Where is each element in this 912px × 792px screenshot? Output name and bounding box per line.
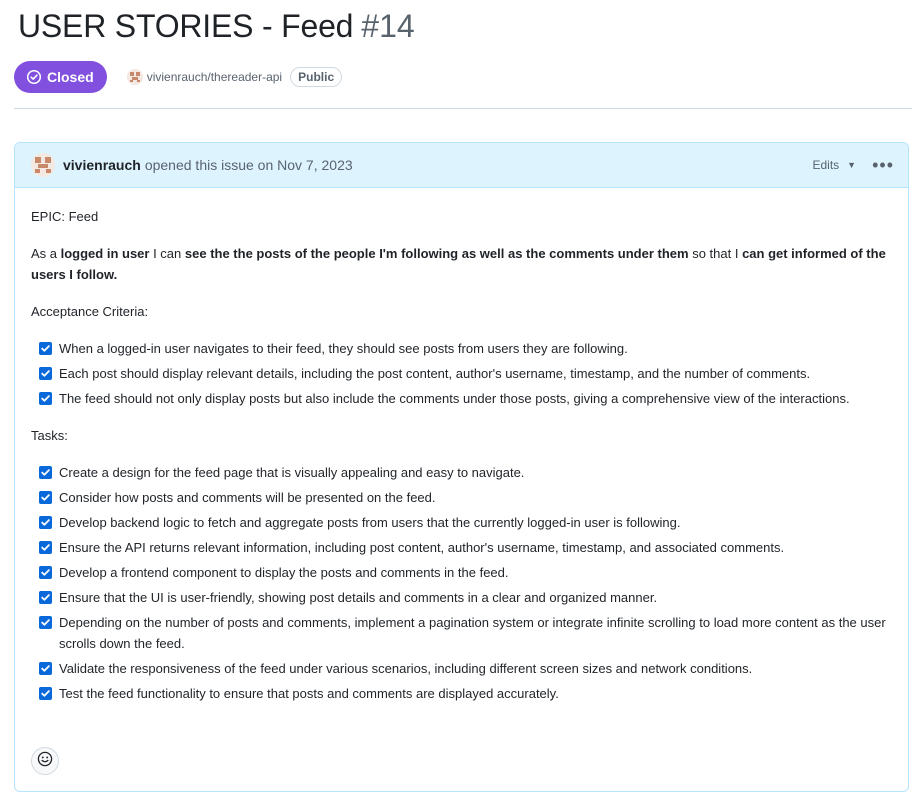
task-checkbox[interactable]: [39, 367, 52, 380]
issue-meta-row: Closed vivienrauch/thereader-api Public: [14, 61, 343, 93]
issue-title: USER STORIES - Feed: [18, 8, 354, 44]
caret-down-icon: ▼: [847, 160, 857, 170]
task-item: Ensure the API returns relevant informat…: [31, 537, 892, 558]
task-item: Develop backend logic to fetch and aggre…: [31, 512, 892, 533]
tasks-heading: Tasks:: [31, 428, 68, 443]
task-checkbox[interactable]: [39, 591, 52, 604]
repo-name: vivienrauch/thereader-api: [146, 70, 283, 84]
task-checkbox[interactable]: [39, 516, 52, 529]
task-item: Create a design for the feed page that i…: [31, 462, 892, 483]
task-checkbox[interactable]: [39, 566, 52, 579]
task-checkbox[interactable]: [39, 541, 52, 554]
comment-body: EPIC: Feed As a logged in user I can see…: [15, 188, 908, 704]
task-text: Test the feed functionality to ensure th…: [59, 686, 559, 701]
task-item: Depending on the number of posts and com…: [31, 612, 892, 654]
task-checkbox[interactable]: [39, 662, 52, 675]
task-text: Validate the responsiveness of the feed …: [59, 661, 753, 676]
task-checkbox[interactable]: [39, 342, 52, 355]
add-reaction-button[interactable]: [31, 747, 59, 775]
issue-state-badge: Closed: [14, 61, 107, 93]
acceptance-item: When a logged-in user navigates to their…: [31, 338, 892, 359]
task-item: Ensure that the UI is user-friendly, sho…: [31, 587, 892, 608]
acceptance-task-list: When a logged-in user navigates to their…: [31, 338, 892, 409]
task-checkbox[interactable]: [39, 687, 52, 700]
edits-dropdown[interactable]: Edits ▼: [812, 158, 856, 172]
task-text: Develop backend logic to fetch and aggre…: [59, 515, 681, 530]
task-checkbox[interactable]: [39, 616, 52, 629]
task-checkbox[interactable]: [39, 466, 52, 479]
issue-closed-icon: [26, 69, 42, 85]
author-name-link[interactable]: vivienrauch: [63, 157, 141, 173]
visibility-badge: Public: [290, 67, 343, 87]
task-checkbox[interactable]: [39, 392, 52, 405]
task-text: When a logged-in user navigates to their…: [59, 341, 628, 356]
opened-text: opened this issue on Nov 7, 2023: [144, 157, 353, 173]
task-text: The feed should not only display posts b…: [59, 391, 850, 406]
edits-label: Edits: [812, 158, 840, 172]
task-checkbox[interactable]: [39, 491, 52, 504]
issue-comment: vivienrauch opened this issue on Nov 7, 2…: [14, 142, 909, 792]
issue-number: #14: [361, 8, 415, 44]
task-text: Develop a frontend component to display …: [59, 565, 509, 580]
task-text: Depending on the number of posts and com…: [59, 615, 886, 651]
task-text: Each post should display relevant detail…: [59, 366, 811, 381]
task-item: Develop a frontend component to display …: [31, 562, 892, 583]
task-item: Consider how posts and comments will be …: [31, 487, 892, 508]
task-text: Create a design for the feed page that i…: [59, 465, 525, 480]
task-text: Ensure that the UI is user-friendly, sho…: [59, 590, 658, 605]
comment-header-text: vivienrauch opened this issue on Nov 7, 2…: [63, 157, 353, 173]
issue-state-label: Closed: [47, 69, 94, 85]
header-divider: [14, 108, 912, 109]
issue-title-row: USER STORIES - Feed #14: [18, 8, 415, 45]
smiley-icon: [37, 751, 53, 772]
task-text: Ensure the API returns relevant informat…: [59, 540, 785, 555]
acceptance-item: Each post should display relevant detail…: [31, 363, 892, 384]
epic-line: EPIC: Feed: [31, 209, 99, 224]
kebab-horizontal-icon[interactable]: •••: [872, 156, 894, 174]
repo-link[interactable]: vivienrauch/thereader-api: [126, 69, 283, 85]
task-item: Validate the responsiveness of the feed …: [31, 658, 892, 679]
task-text: Consider how posts and comments will be …: [59, 490, 436, 505]
task-item: Test the feed functionality to ensure th…: [31, 683, 892, 704]
repo-owner-avatar: [126, 69, 143, 85]
user-story: As a logged in user I can see the the po…: [31, 246, 886, 282]
tasks-task-list: Create a design for the feed page that i…: [31, 462, 892, 704]
acceptance-item: The feed should not only display posts b…: [31, 388, 892, 409]
author-avatar[interactable]: [31, 153, 55, 177]
comment-header: vivienrauch opened this issue on Nov 7, 2…: [15, 143, 908, 188]
acceptance-heading: Acceptance Criteria:: [31, 304, 149, 319]
